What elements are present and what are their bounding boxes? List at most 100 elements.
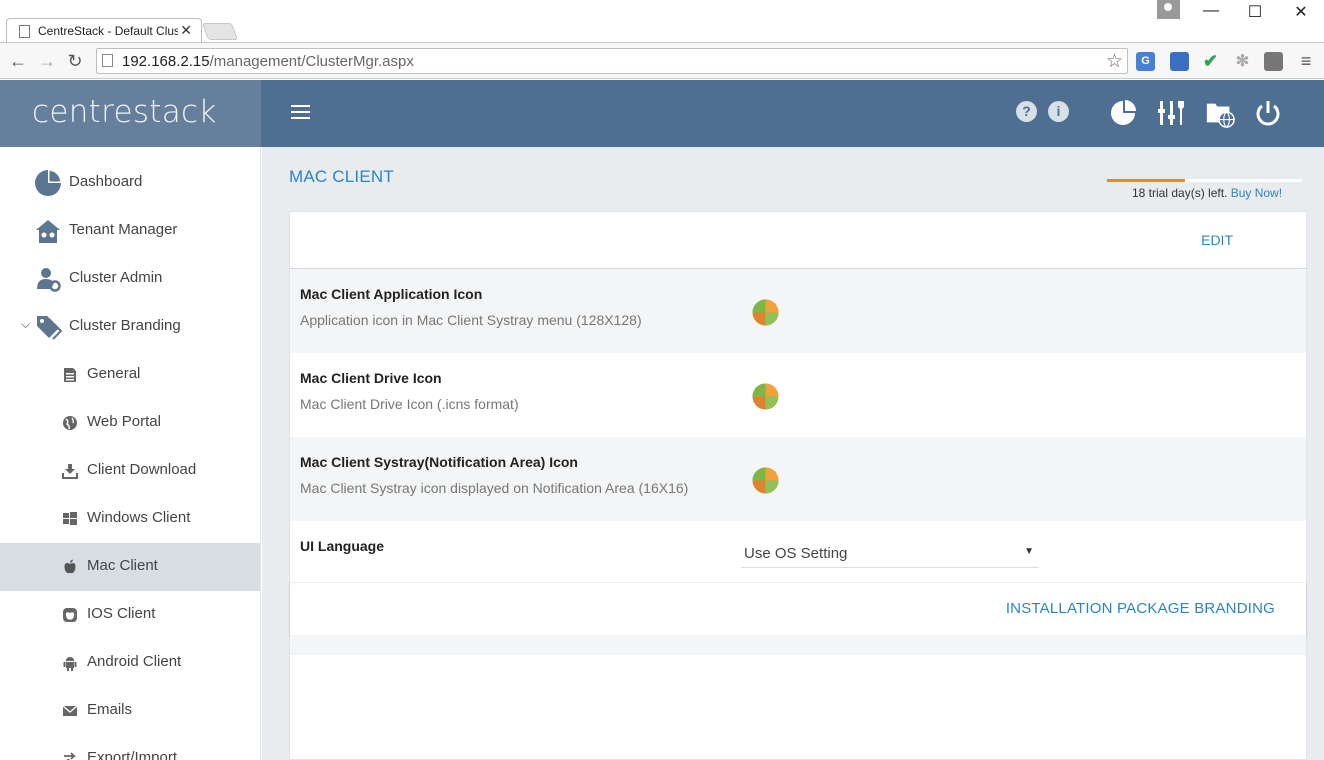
sidebar: Dashboard Tenant Manager Cluster Admin ⌵… [0, 147, 261, 760]
check-extension-icon[interactable]: ✔ [1201, 52, 1220, 71]
setting-row-drive-icon: Mac Client Drive Icon Mac Client Drive I… [290, 353, 1306, 437]
main-content: MAC CLIENT 18 trial day(s) left. Buy Now… [262, 147, 1324, 760]
sidebar-item-windows-client[interactable]: Windows Client [0, 495, 260, 543]
setting-title: Mac Client Drive Icon [300, 370, 442, 386]
new-tab-button[interactable] [201, 23, 239, 40]
brand-area: centrestack [0, 80, 261, 147]
sidebar-item-web-portal[interactable]: Web Portal [0, 399, 260, 447]
export-import-icon [64, 752, 77, 760]
sidebar-item-label: Export/Import [87, 749, 178, 760]
dropdown-arrow-icon: ▼ [1024, 546, 1034, 557]
user-profile-icon[interactable] [1157, 0, 1180, 19]
globe-icon [63, 416, 77, 430]
page-icon [102, 54, 113, 67]
setting-title: UI Language [300, 538, 385, 554]
forward-icon[interactable]: → [36, 51, 58, 71]
sidebar-item-dashboard[interactable]: Dashboard [0, 159, 260, 207]
sidebar-item-cluster-branding[interactable]: ⌵ Cluster Branding [0, 303, 260, 351]
setting-description: Mac Client Drive Icon (.icns format) [300, 396, 519, 412]
card-divider [290, 635, 1306, 655]
browser-tabstrip: CentreStack - Default Clus ✕ — ☐ ✕ [0, 0, 1324, 44]
mac-client-systray-icon-preview [752, 467, 779, 494]
setting-row-app-icon: Mac Client Application Icon Application … [290, 269, 1306, 353]
sidebar-item-mac-client[interactable]: Mac Client [0, 543, 260, 591]
windows-logo-icon [63, 512, 77, 525]
tab-title: CentreStack - Default Clus [38, 24, 178, 38]
close-window-icon[interactable]: ✕ [1286, 2, 1316, 22]
branding-tags-icon [37, 316, 62, 340]
setting-row-systray-icon: Mac Client Systray(Notification Area) Ic… [290, 437, 1306, 521]
back-icon[interactable]: ← [7, 51, 29, 71]
sidebar-item-emails[interactable]: Emails [0, 687, 260, 735]
url-text: 192.168.2.15/management/ClusterMgr.aspx [122, 53, 414, 70]
reload-icon[interactable]: ↻ [64, 51, 86, 71]
envelope-icon [62, 705, 78, 716]
sidebar-item-label: General [87, 365, 141, 382]
sidebar-item-label: Mac Client [87, 557, 158, 574]
apple-logo-icon [64, 559, 76, 574]
shield-extension-icon[interactable] [1264, 52, 1283, 71]
info-icon[interactable]: i [1048, 101, 1069, 122]
trial-days-text: 18 trial day(s) left. [1132, 186, 1231, 200]
download-icon [62, 464, 78, 479]
app-header: centrestack ? i [0, 80, 1324, 147]
sidebar-item-label: Cluster Branding [69, 317, 181, 334]
snowflake-extension-icon[interactable]: ✻ [1233, 52, 1252, 71]
menu-icon[interactable]: ≡ [1295, 51, 1317, 71]
sidebar-item-label: Client Download [87, 461, 197, 478]
tenant-house-icon [36, 220, 60, 243]
web-folder-icon[interactable] [1205, 97, 1235, 129]
sidebar-item-label: Cluster Admin [69, 269, 163, 286]
admin-user-gear-icon [37, 268, 61, 292]
setting-row-ui-language: UI Language Use OS Setting ▼ [290, 521, 1306, 582]
sidebar-item-tenant-manager[interactable]: Tenant Manager [0, 207, 260, 255]
help-icon[interactable]: ? [1016, 101, 1037, 122]
sidebar-item-label: Emails [87, 701, 133, 718]
page-title: MAC CLIENT [289, 167, 394, 186]
document-icon [64, 368, 76, 382]
close-tab-icon[interactable]: ✕ [180, 22, 192, 39]
brand-logo[interactable]: centrestack [32, 94, 217, 130]
card-header: EDIT [290, 212, 1306, 269]
setting-title: Mac Client Systray(Notification Area) Ic… [300, 454, 578, 470]
power-icon[interactable] [1253, 97, 1283, 129]
hamburger-menu-icon[interactable] [291, 105, 310, 121]
ui-language-select[interactable]: Use OS Setting ▼ [741, 538, 1039, 568]
sidebar-item-label: IOS Client [87, 605, 156, 622]
sidebar-item-label: Android Client [87, 653, 182, 670]
dashboard-pie-icon[interactable] [1109, 97, 1139, 129]
mac-client-drive-icon-preview [752, 383, 779, 410]
chevron-down-icon[interactable]: ⌵ [21, 317, 30, 332]
setting-description: Mac Client Systray icon displayed on Not… [300, 480, 689, 496]
settings-tools-icon[interactable] [1157, 97, 1187, 129]
sidebar-item-cluster-admin[interactable]: Cluster Admin [0, 255, 260, 303]
maximize-icon[interactable]: ☐ [1240, 2, 1270, 22]
sidebar-item-label: Web Portal [87, 413, 161, 430]
buy-now-link[interactable]: Buy Now! [1231, 186, 1282, 200]
cast-extension-icon[interactable] [1170, 52, 1189, 71]
mac-client-app-icon-preview [752, 299, 779, 326]
page-icon [19, 25, 30, 38]
sidebar-item-client-download[interactable]: Client Download [0, 447, 260, 495]
address-bar[interactable]: 192.168.2.15/management/ClusterMgr.aspx … [96, 48, 1128, 74]
sidebar-item-label: Tenant Manager [69, 221, 178, 238]
sidebar-item-label: Windows Client [87, 509, 191, 526]
browser-tab[interactable]: CentreStack - Default Clus ✕ [6, 18, 202, 44]
sidebar-item-general[interactable]: General [0, 351, 260, 399]
sidebar-item-ios-client[interactable]: IOS Client [0, 591, 260, 639]
browser-toolbar: ← → ↻ 192.168.2.15/management/ClusterMgr… [0, 42, 1324, 79]
sidebar-item-android-client[interactable]: Android Client [0, 639, 260, 687]
settings-card: EDIT Mac Client Application Icon Applica… [289, 211, 1307, 760]
selected-language: Use OS Setting [744, 545, 848, 562]
sidebar-item-export-import[interactable]: Export/Import [0, 735, 260, 760]
minimize-icon[interactable]: — [1196, 2, 1226, 20]
sidebar-item-label: Dashboard [69, 173, 143, 190]
bookmark-star-icon[interactable]: ☆ [1106, 50, 1123, 73]
trial-notice: 18 trial day(s) left. Buy Now! [1132, 186, 1282, 200]
installation-package-branding-button[interactable]: INSTALLATION PACKAGE BRANDING [1006, 600, 1275, 617]
edit-button[interactable]: EDIT [1201, 232, 1233, 248]
ios-apple-icon [63, 608, 77, 622]
translate-extension-icon[interactable]: G [1136, 52, 1155, 71]
android-icon [63, 657, 77, 671]
trial-progress-fill [1107, 179, 1185, 182]
